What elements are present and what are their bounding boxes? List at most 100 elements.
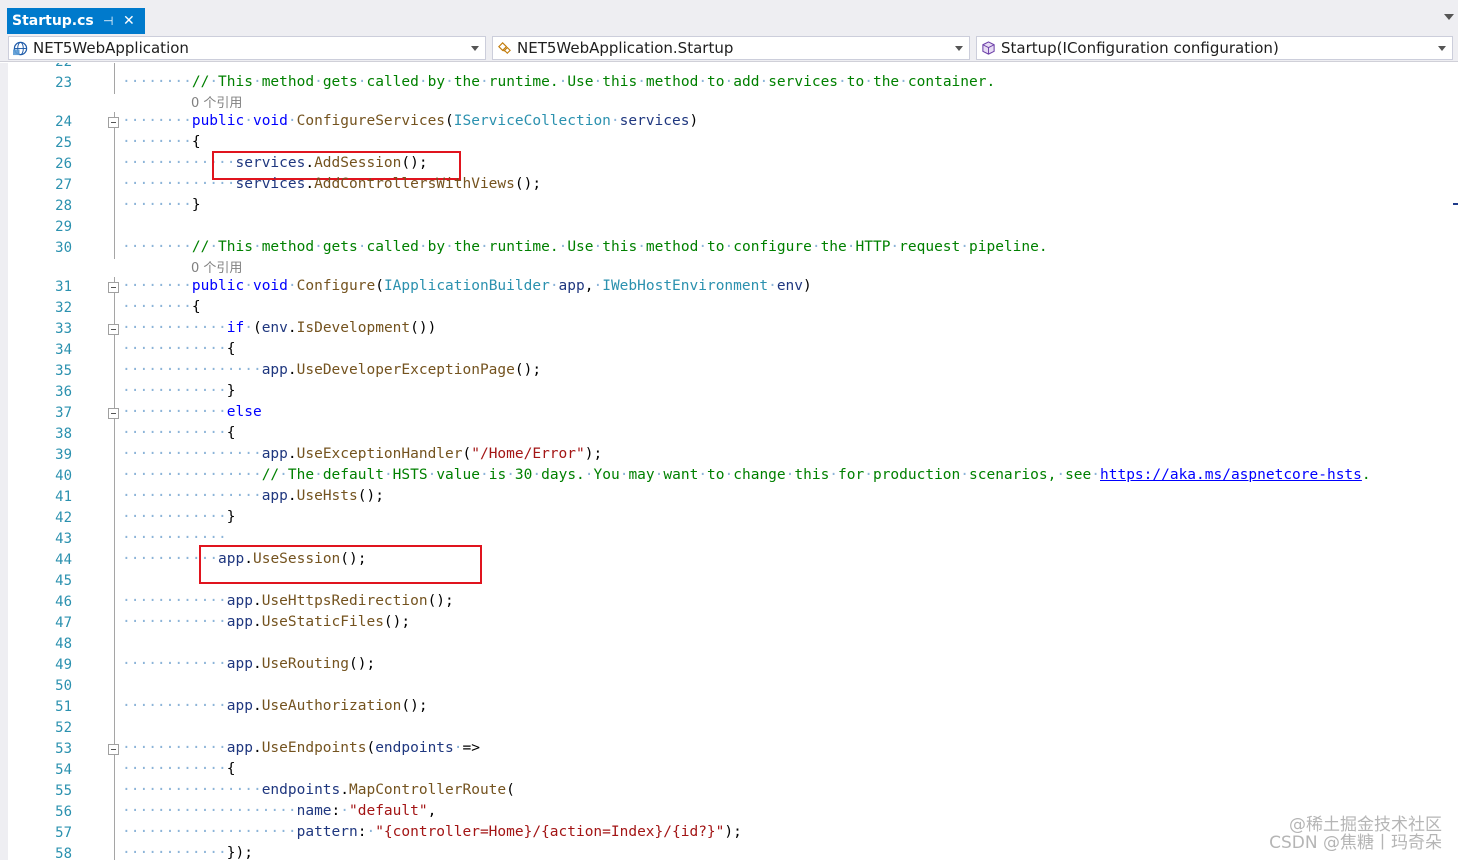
code-line[interactable]: ········//·This·method·gets·called·by·th… — [122, 239, 1048, 255]
highlight-annotation-box — [199, 545, 482, 584]
whitespace-indicator: ············ — [122, 698, 227, 714]
line-number: 41 — [55, 489, 72, 505]
type-token: IApplicationBuilder — [383, 278, 550, 294]
whitespace-indicator: ················ — [122, 362, 262, 378]
code-line[interactable]: ············app.UseRouting(); — [122, 656, 375, 672]
code-line[interactable]: ············}); — [122, 845, 253, 860]
punctuation-token: . — [252, 656, 262, 672]
identifier-token: app — [261, 362, 288, 378]
code-line[interactable]: ················app.UseExceptionHandler(… — [122, 446, 602, 462]
keyword-token: public — [191, 278, 245, 294]
whitespace-indicator: ············ — [122, 509, 227, 525]
line-number: 23 — [55, 75, 72, 91]
code-line[interactable]: ············app.UseEndpoints(endpoints·=… — [122, 740, 480, 756]
code-line[interactable]: ············} — [122, 383, 236, 399]
type-dropdown[interactable]: NET5WebApplication.Startup — [492, 36, 970, 60]
member-dropdown[interactable]: Startup(IConfiguration configuration) — [976, 36, 1453, 60]
code-line[interactable]: ····················name:·"default", — [122, 803, 436, 819]
code-line[interactable]: ············} — [122, 509, 236, 525]
codelens-reference-count[interactable]: 0 个引用 — [191, 257, 242, 276]
line-number: 43 — [55, 531, 72, 547]
code-line[interactable]: ········{ — [122, 134, 201, 150]
outline-guide — [114, 466, 115, 487]
line-number: 32 — [55, 300, 72, 316]
method-token: UseEndpoints — [261, 740, 367, 756]
collapse-icon[interactable] — [108, 117, 119, 128]
tab-title: Startup.cs — [12, 13, 94, 29]
code-line[interactable]: ········public·void·ConfigureServices(IS… — [122, 113, 698, 129]
punctuation-token: . — [252, 698, 262, 714]
line-number: 56 — [55, 804, 72, 820]
outline-guide — [114, 196, 115, 217]
collapse-icon[interactable] — [108, 744, 119, 755]
collapse-icon[interactable] — [108, 282, 119, 293]
code-line[interactable]: ············{ — [122, 341, 236, 357]
identifier-token: services — [235, 176, 306, 192]
method-token: MapControllerRoute — [349, 782, 507, 798]
whitespace-indicator: ········ — [122, 239, 192, 255]
whitespace-indicator: ············ — [122, 614, 227, 630]
tab-list-dropdown-icon[interactable] — [1444, 14, 1454, 20]
code-line[interactable]: ········{ — [122, 299, 201, 315]
identifier-token: env — [261, 320, 288, 336]
project-name: NET5WebApplication — [33, 39, 189, 57]
whitespace-indicator: ········ — [122, 74, 192, 90]
code-line[interactable]: ················//·The·default·HSTS·valu… — [122, 467, 1371, 483]
punctuation-token: (); — [383, 614, 411, 630]
collapse-icon[interactable] — [108, 324, 119, 335]
outline-guide — [114, 655, 115, 676]
string-token: "default" — [349, 803, 428, 819]
collapse-icon[interactable] — [108, 408, 119, 419]
method-token: UseStaticFiles — [261, 614, 384, 630]
code-line[interactable]: ············if·(env.IsDevelopment()) — [122, 320, 436, 336]
code-line[interactable]: ············{ — [122, 425, 236, 441]
whitespace-indicator: · — [226, 176, 236, 192]
line-number: 54 — [55, 762, 72, 778]
code-line[interactable]: ····················pattern:·"{controlle… — [122, 824, 742, 840]
punctuation-token: { — [191, 134, 201, 150]
identifier-token: app — [226, 614, 253, 630]
punctuation-token: ( — [252, 320, 262, 336]
code-line[interactable]: ········//·This·method·gets·called·by·th… — [122, 74, 995, 90]
code-line[interactable]: ············app.UseStaticFiles(); — [122, 614, 410, 630]
whitespace-indicator: ········ — [122, 197, 192, 213]
method-token: UseDeveloperExceptionPage — [296, 362, 515, 378]
line-number: 26 — [55, 156, 72, 172]
code-line[interactable]: ········public·void·Configure(IApplicati… — [122, 278, 812, 294]
line-number: 33 — [55, 321, 72, 337]
outline-guide — [114, 823, 115, 844]
hyperlink[interactable]: https://aka.ms/aspnetcore-hsts — [1100, 467, 1362, 483]
punctuation-token: (); — [401, 698, 428, 714]
line-number: 35 — [55, 363, 72, 379]
punctuation-token: { — [226, 425, 236, 441]
codelens-reference-count[interactable]: 0 个引用 — [191, 92, 242, 111]
whitespace-indicator: ················ — [122, 782, 262, 798]
code-line[interactable]: ················endpoints.MapControllerR… — [122, 782, 515, 798]
whitespace-indicator: ············ — [122, 320, 227, 336]
identifier-token: app — [226, 656, 253, 672]
tab-startup-cs[interactable]: Startup.cs ⊣ ✕ — [7, 8, 145, 34]
code-line[interactable]: ················app.UseDeveloperExceptio… — [122, 362, 541, 378]
code-line[interactable]: ············app.UseAuthorization(); — [122, 698, 428, 714]
line-number: 48 — [55, 636, 72, 652]
whitespace-indicator: ···················· — [122, 824, 297, 840]
outline-guide — [114, 382, 115, 403]
punctuation-token: . — [287, 446, 297, 462]
outline-guide — [114, 217, 115, 238]
close-icon[interactable]: ✕ — [123, 8, 135, 34]
code-line[interactable]: ············else — [122, 404, 262, 420]
line-number: 42 — [55, 510, 72, 526]
punctuation-token: ) — [689, 113, 699, 129]
line-number: 47 — [55, 615, 72, 631]
code-line[interactable]: ················app.UseHsts(); — [122, 488, 384, 504]
code-line[interactable]: ·············services.AddControllersWith… — [122, 176, 541, 192]
watermark: @稀土掘金技术社区 CSDN @焦糖丨玛奇朵 — [1269, 816, 1442, 852]
code-line[interactable]: ········} — [122, 197, 201, 213]
code-line[interactable]: ············app.UseHttpsRedirection(); — [122, 593, 454, 609]
punctuation-token: } — [226, 383, 236, 399]
pin-icon[interactable]: ⊣ — [103, 8, 113, 34]
project-dropdown[interactable]: NET5WebApplication — [8, 36, 486, 60]
code-line[interactable]: ············{ — [122, 761, 236, 777]
code-line[interactable]: ············ — [122, 530, 227, 546]
code-editor[interactable]: @稀土掘金技术社区 CSDN @焦糖丨玛奇朵 2223········//·Th… — [0, 63, 1458, 860]
